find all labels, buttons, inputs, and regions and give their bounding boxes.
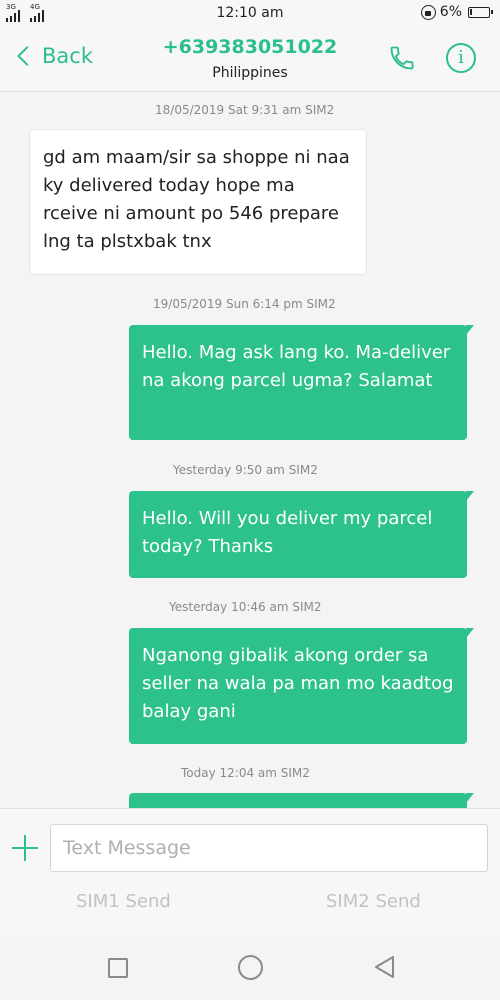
outgoing-message-bubble[interactable]: Nganong gibalik akong order sa seller na… xyxy=(129,628,474,744)
message-input[interactable] xyxy=(50,824,488,872)
message-text: gd am maam/sir sa shoppe ni naa ky deliv… xyxy=(43,147,350,252)
incoming-message-bubble[interactable]: gd am maam/sir sa shoppe ni naa ky deliv… xyxy=(30,130,366,274)
message-timestamp: 19/05/2019 Sun 6:14 pm SIM2 xyxy=(153,297,336,311)
compose-bar: SIM1 Send SIM2 Send xyxy=(0,808,500,936)
outgoing-message-bubble[interactable]: Hello. Will you deliver my parcel today?… xyxy=(129,491,474,578)
phone-icon xyxy=(390,46,414,70)
bubble-tail xyxy=(466,325,474,335)
battery-icon xyxy=(468,6,493,18)
battery-percent: 6% xyxy=(439,4,462,20)
outgoing-message-bubble[interactable]: Hello. Mag ask lang ko. Ma-deliver na ak… xyxy=(129,325,474,440)
message-text: Hello. Will you deliver my parcel today?… xyxy=(142,508,433,557)
message-timestamp: 18/05/2019 Sat 9:31 am SIM2 xyxy=(155,103,335,117)
message-timestamp: Yesterday 10:46 am SIM2 xyxy=(169,600,322,614)
status-right: 6% xyxy=(420,4,493,20)
contact-number: +639383051022 xyxy=(162,36,338,58)
info-button[interactable]: i xyxy=(446,43,476,73)
rotation-lock-icon xyxy=(420,4,436,20)
call-button[interactable] xyxy=(388,44,416,72)
message-timestamp: Today 12:04 am SIM2 xyxy=(181,766,310,780)
back-triangle-icon[interactable] xyxy=(373,955,395,979)
status-bar: 3G 4G 12:10 am 6% xyxy=(0,0,500,28)
sim1-send-button[interactable]: SIM1 Send xyxy=(76,891,171,912)
message-text: Hello. Mag ask lang ko. Ma-deliver na ak… xyxy=(142,342,451,391)
info-icon: i xyxy=(458,47,464,68)
recent-apps-icon[interactable] xyxy=(108,958,128,978)
contact-country: Philippines xyxy=(212,65,288,81)
conversation-header: Back +639383051022 Philippines i xyxy=(0,28,500,92)
add-attachment-button[interactable] xyxy=(12,835,38,861)
message-timestamp: Yesterday 9:50 am SIM2 xyxy=(173,463,318,477)
home-icon[interactable] xyxy=(238,955,263,980)
bubble-tail xyxy=(466,491,474,501)
navigation-bar xyxy=(0,936,500,1000)
sim2-send-button[interactable]: SIM2 Send xyxy=(326,891,421,912)
bubble-tail xyxy=(466,628,474,638)
message-text: Nganong gibalik akong order sa seller na… xyxy=(142,645,454,722)
bubble-tail xyxy=(466,793,474,803)
